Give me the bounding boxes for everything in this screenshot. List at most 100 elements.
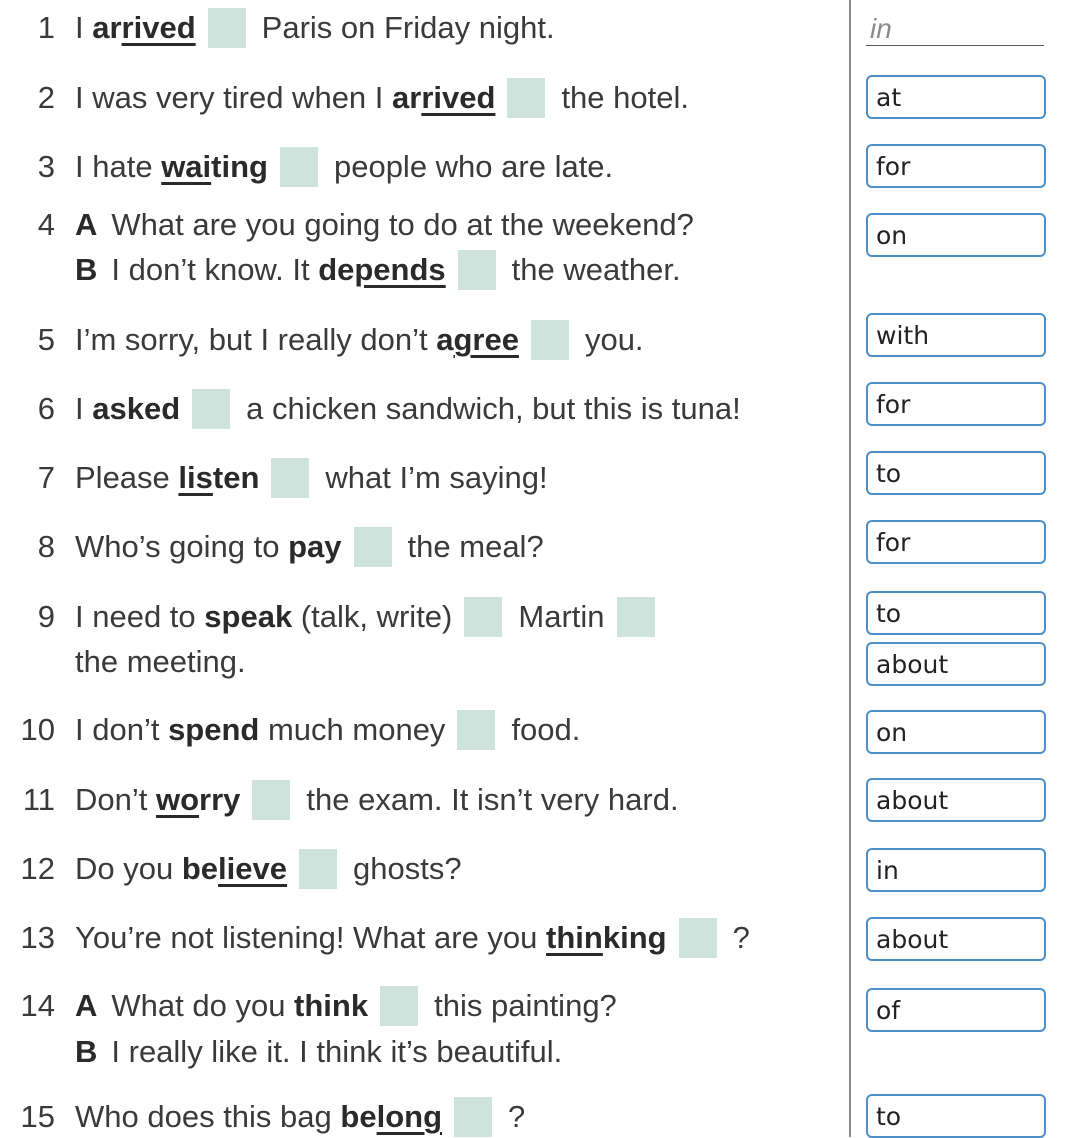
- sentence-line: the meeting.: [0, 642, 850, 682]
- blank-gap: [298, 849, 337, 889]
- sentence-line: 6I asked a chicken sandwich, but this is …: [0, 389, 850, 429]
- sentence-text: A What do you think this painting?: [75, 986, 617, 1026]
- blank-gap: [454, 1097, 492, 1137]
- keyword: a: [436, 322, 454, 357]
- sentence-text: I don’t spend much money food.: [75, 710, 580, 750]
- answer-input-8[interactable]: [866, 520, 1046, 564]
- keyword: ar: [392, 80, 422, 115]
- sentence-text: A What are you going to do at the weekend…: [75, 205, 694, 245]
- sentence-fragment: I don’t know. It: [111, 252, 319, 287]
- sentence-line: 10 I don’t spend much money food.: [0, 710, 850, 750]
- sentence-line: 1I ar rived Paris on Friday night.: [0, 8, 850, 48]
- answer-input-11[interactable]: [866, 778, 1046, 822]
- keyword: lieve: [218, 851, 287, 886]
- sentence-line: 9 I need to speak (talk, write) Martin: [0, 597, 850, 637]
- sentence-line: B I don’t know. It de pends the weather.: [0, 250, 850, 290]
- blank-gap: [252, 780, 291, 820]
- keyword: thin: [546, 920, 603, 955]
- sentence-text: Don’t wo rry the exam. It isn’t very hard.: [75, 780, 679, 820]
- sentence-line: 7 Please lis ten what I’m saying!: [0, 458, 850, 498]
- sentence-text: I hate wai ting people who are late.: [75, 147, 613, 187]
- sentence-line: 15 Who does this bag be long?: [0, 1097, 850, 1137]
- item-number: 5: [37, 322, 55, 357]
- answer-input-4[interactable]: [866, 213, 1046, 257]
- answer-input-7[interactable]: [866, 451, 1046, 495]
- sentence-fragment: Please: [75, 460, 179, 495]
- sentence-fragment: a chicken sandwich, but this is tuna!: [246, 391, 741, 426]
- sentence-fragment: What are you going to do at the weekend?: [111, 207, 694, 242]
- item-number: 6: [37, 391, 55, 426]
- item-number: 9: [37, 599, 55, 634]
- sentence-fragment: I’m sorry, but I really don’t: [75, 322, 437, 357]
- sentence-line: 12 Do you be lieve ghosts?: [0, 849, 850, 889]
- sentence-line: 14 A What do you think this painting?: [0, 986, 850, 1026]
- item-number: 13: [20, 920, 55, 955]
- sentence-text: the meeting.: [75, 642, 246, 682]
- sentence-fragment: I: [75, 10, 93, 45]
- item-number: 12: [20, 851, 55, 886]
- sentence-text: I was very tired when I ar rived the hotel…: [75, 78, 689, 118]
- item-number: 14: [20, 988, 55, 1023]
- speaker-label: A: [75, 207, 98, 242]
- sentence-fragment: I really like it. I think it’s beautiful…: [111, 1034, 563, 1069]
- blank-gap: [192, 389, 231, 429]
- keyword: think: [294, 988, 369, 1023]
- blank-gap: [207, 8, 246, 48]
- sentence-fragment: You’re not listening! What are you: [75, 920, 547, 955]
- answer-input-15[interactable]: [866, 1094, 1046, 1138]
- sentence-fragment: the meeting.: [75, 644, 246, 679]
- answer-input-10[interactable]: [866, 710, 1046, 754]
- keyword: lis: [178, 460, 213, 495]
- answer-input-9-1[interactable]: [866, 591, 1046, 635]
- sentence-fragment: Martin: [518, 599, 605, 634]
- blank-gap: [678, 918, 717, 958]
- keyword: rived: [421, 80, 496, 115]
- keyword: be: [181, 851, 219, 886]
- answer-input-2[interactable]: [866, 75, 1046, 119]
- answer-input-12[interactable]: [866, 848, 1046, 892]
- sentence-text: I ar rived Paris on Friday night.: [75, 8, 555, 48]
- keyword: be: [340, 1099, 377, 1134]
- answer-input-6[interactable]: [866, 382, 1046, 426]
- keyword: wai: [161, 149, 212, 184]
- sentence-line: B I really like it. I think it’s beautifu…: [0, 1032, 850, 1072]
- sentence-fragment: the hotel.: [561, 80, 689, 115]
- blank-gap: [271, 458, 310, 498]
- sentence-text: You’re not listening! What are you thin k…: [75, 918, 750, 958]
- keyword: spend: [168, 712, 260, 747]
- answer-input-13[interactable]: [866, 917, 1046, 961]
- blank-gap: [380, 986, 419, 1026]
- sentence-fragment: ?: [508, 1099, 526, 1134]
- item-number: 10: [20, 712, 55, 747]
- blank-gap: [616, 597, 655, 637]
- answer-input-3[interactable]: [866, 144, 1046, 188]
- keyword: ten: [212, 460, 260, 495]
- sentence-fragment: I: [75, 391, 93, 426]
- sentence-fragment: food.: [511, 712, 581, 747]
- sentence-text: Who’s going to pay the meal?: [75, 527, 544, 567]
- item-number: 4: [37, 207, 55, 242]
- sentence-text: Do you be lieve ghosts?: [75, 849, 462, 889]
- speaker-label: B: [75, 1034, 98, 1069]
- keyword: long: [376, 1099, 442, 1134]
- answer-input-5[interactable]: [866, 313, 1046, 357]
- sentence-fragment: ?: [732, 920, 750, 955]
- sentence-fragment: Paris on Friday night.: [261, 10, 555, 45]
- sentence-fragment: Who does this bag: [75, 1099, 341, 1134]
- keyword: king: [602, 920, 667, 955]
- sentence-fragment: much money: [259, 712, 446, 747]
- sentence-fragment: the weather.: [511, 252, 681, 287]
- blank-gap: [530, 320, 569, 360]
- item-number: 2: [37, 80, 55, 115]
- blank-gap: [353, 527, 392, 567]
- sentence-line: 8 Who’s going to pay the meal?: [0, 527, 850, 567]
- item-number: 15: [20, 1099, 55, 1134]
- answer-input-9-2[interactable]: [866, 642, 1046, 686]
- keyword: pends: [354, 252, 446, 287]
- sentence-fragment: ghosts?: [352, 851, 462, 886]
- example-answer: in: [866, 12, 1044, 46]
- answer-input-14[interactable]: [866, 988, 1046, 1032]
- sentence-fragment: you.: [584, 322, 644, 357]
- sentence-fragment: (talk, write): [292, 599, 453, 634]
- sentence-text: I need to speak (talk, write) Martin: [75, 597, 671, 637]
